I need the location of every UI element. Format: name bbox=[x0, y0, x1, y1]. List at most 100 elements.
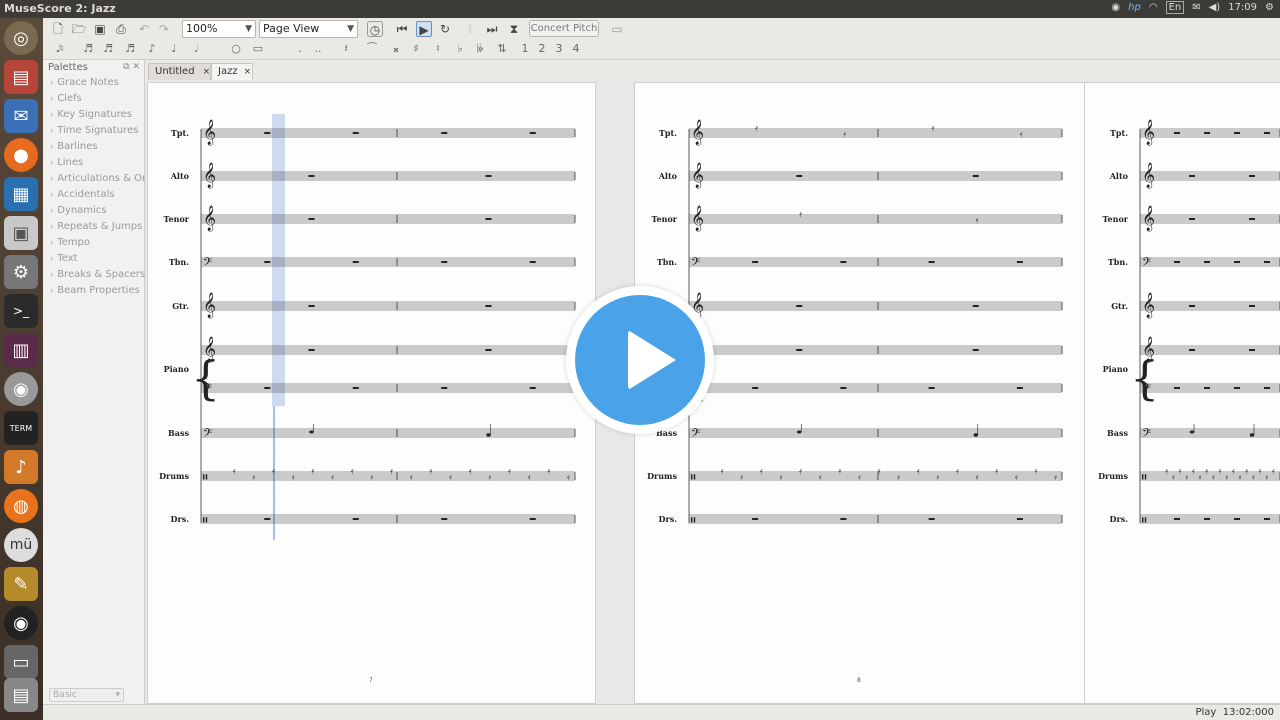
palette-item[interactable]: › Beam Properties bbox=[50, 285, 140, 296]
thunderbird-icon[interactable]: ✉ bbox=[4, 99, 38, 133]
image-capture-icon[interactable]: ▭ bbox=[609, 21, 625, 37]
concert-pitch-button[interactable]: Concert Pitch bbox=[529, 20, 599, 37]
terminal-icon[interactable]: >_ bbox=[4, 294, 38, 328]
metronome-icon[interactable]: ◷ bbox=[367, 21, 383, 37]
metronome-toggle-icon[interactable]: ⧗ bbox=[506, 21, 522, 37]
musescore-icon[interactable]: mü bbox=[4, 528, 38, 562]
palette-item[interactable]: › Text bbox=[50, 253, 77, 264]
rest-glyph: 𝄿 bbox=[976, 473, 979, 483]
save-icon[interactable]: ▣ bbox=[92, 21, 108, 37]
palette-header: Palettes bbox=[48, 62, 88, 73]
loop-icon[interactable]: ↻ bbox=[437, 21, 453, 37]
palette-item[interactable]: › Dynamics bbox=[50, 205, 107, 216]
rest-glyph: 𝄿 bbox=[430, 467, 433, 477]
print-icon[interactable]: ⎙ bbox=[113, 21, 129, 37]
software-center-icon[interactable]: ▣ bbox=[4, 216, 38, 250]
palette-header-controls[interactable]: ⧉ ✕ bbox=[123, 62, 140, 72]
keyboard-language[interactable]: En bbox=[1165, 1, 1185, 14]
measure-rest bbox=[1204, 261, 1210, 263]
pencil-app-icon[interactable]: ✎ bbox=[4, 567, 38, 601]
obs-icon[interactable]: ◉ bbox=[1111, 2, 1120, 13]
dot-icon[interactable]: . bbox=[293, 42, 307, 55]
clock[interactable]: 17:09 bbox=[1228, 2, 1257, 13]
instrument-app-icon[interactable]: ♪ bbox=[4, 450, 38, 484]
palette-item[interactable]: › Accidentals bbox=[50, 189, 115, 200]
voice-4-button[interactable]: 4 bbox=[569, 42, 583, 55]
sharp-icon[interactable]: ♯ bbox=[409, 42, 423, 55]
measure-rest bbox=[441, 132, 448, 134]
main-toolbar: 🗋 🗁 ▣ ⎙ ↶ ↷ 100% ▼ Page View ▼ ◷ ⏮ ▶ ↻ ⦙ ⏭… bbox=[43, 18, 1280, 40]
palette-item[interactable]: › Clefs bbox=[50, 93, 82, 104]
firefox-icon[interactable]: ● bbox=[4, 138, 38, 172]
duration-whole-icon[interactable]: ○ bbox=[229, 42, 243, 55]
double-flat-icon[interactable]: 𝄫 bbox=[473, 42, 487, 56]
ubuntu-dash-icon[interactable]: ◎ bbox=[4, 21, 38, 55]
palette-item[interactable]: › Articulations & Or bbox=[50, 173, 146, 184]
instrument-label: Bass bbox=[1107, 428, 1128, 438]
score-canvas[interactable]: 𝄞 𝄞 𝄞 𝄢 𝄞 𝄞 𝄢 𝄢 𝄥 𝄥 {Tpt. Alto Tenor Tbn. Gtr. Piano Bas… bbox=[145, 80, 1280, 704]
redo-icon[interactable]: ↷ bbox=[156, 21, 172, 37]
note-head bbox=[309, 430, 314, 434]
new-file-icon[interactable]: 🗋 bbox=[50, 21, 66, 37]
workspace-select[interactable]: Basic ▾ bbox=[49, 688, 124, 702]
voice-1-button[interactable]: 1 bbox=[518, 42, 532, 55]
palette-item-label: Barlines bbox=[57, 141, 98, 152]
rest-icon[interactable]: 𝄽 bbox=[339, 42, 353, 56]
palette-item[interactable]: › Breaks & Spacers bbox=[50, 269, 145, 280]
obs-launcher-icon[interactable]: ◉ bbox=[4, 606, 38, 640]
mail-icon[interactable]: ✉ bbox=[1192, 2, 1200, 13]
files-icon[interactable]: ▤ bbox=[4, 60, 38, 94]
rewind-icon[interactable]: ⏮ bbox=[394, 21, 410, 37]
duration-quarter-icon[interactable]: ♩ bbox=[167, 42, 181, 55]
palette-item[interactable]: › Barlines bbox=[50, 141, 98, 152]
duration-32nd-icon[interactable]: ♬ bbox=[101, 42, 115, 55]
hp-icon[interactable]: hp bbox=[1128, 2, 1141, 13]
undo-icon[interactable]: ↶ bbox=[136, 21, 152, 37]
zoom-select[interactable]: 100% ▼ bbox=[182, 20, 256, 38]
rest-glyph: 𝄿 bbox=[932, 124, 935, 134]
flat-icon[interactable]: ♭ bbox=[453, 42, 467, 55]
palette-item[interactable]: › Repeats & Jumps bbox=[50, 221, 142, 232]
duration-8th-icon[interactable]: ♪ bbox=[145, 42, 159, 55]
duration-16th-icon[interactable]: ♬ bbox=[123, 42, 137, 55]
view-mode-select[interactable]: Page View ▼ bbox=[259, 20, 358, 38]
close-icon[interactable]: × bbox=[244, 67, 252, 77]
tab-untitled[interactable]: Untitled × bbox=[148, 63, 211, 80]
palette-item[interactable]: › Key Signatures bbox=[50, 109, 132, 120]
writer-icon[interactable]: ▦ bbox=[4, 177, 38, 211]
open-folder-icon[interactable]: 🗁 bbox=[71, 21, 87, 37]
flip-direction-icon[interactable]: ⇅ bbox=[495, 42, 509, 55]
palette-item[interactable]: › Time Signatures bbox=[50, 125, 138, 136]
tie-icon[interactable]: ⁀ bbox=[365, 42, 379, 55]
tab-jazz[interactable]: Jazz × bbox=[211, 63, 253, 80]
term-app-icon[interactable]: TERM bbox=[4, 411, 38, 445]
voice-2-button[interactable]: 2 bbox=[535, 42, 549, 55]
duration-breve-icon[interactable]: ▭ bbox=[251, 42, 265, 55]
close-icon[interactable]: × bbox=[203, 67, 211, 77]
volume-icon[interactable]: ◀) bbox=[1209, 2, 1221, 13]
orange-app-icon[interactable]: ◍ bbox=[4, 489, 38, 523]
wifi-icon[interactable]: ◠ bbox=[1149, 2, 1158, 13]
drive-icon[interactable]: ▭ bbox=[4, 645, 38, 679]
palette-item[interactable]: › Grace Notes bbox=[50, 77, 119, 88]
loop-in-icon[interactable]: ⦙ bbox=[462, 21, 478, 37]
instrument-label: Alto bbox=[1109, 171, 1129, 181]
play-icon[interactable]: ▶ bbox=[416, 21, 432, 37]
duration-64th-icon[interactable]: ♬ bbox=[81, 42, 95, 55]
double-dot-icon[interactable]: .. bbox=[311, 42, 325, 55]
palette-item[interactable]: › Tempo bbox=[50, 237, 90, 248]
audio-app-icon[interactable]: ▥ bbox=[4, 333, 38, 367]
palette-item[interactable]: › Lines bbox=[50, 157, 83, 168]
duration-half-icon[interactable]: 𝅗𝅥 bbox=[189, 42, 203, 56]
video-play-button[interactable] bbox=[566, 286, 714, 434]
voice-3-button[interactable]: 3 bbox=[552, 42, 566, 55]
system-settings-icon[interactable]: ⚙ bbox=[4, 255, 38, 289]
settings-gear-icon[interactable]: ⚙ bbox=[1265, 2, 1274, 13]
loop-out-icon[interactable]: ⏭ bbox=[484, 21, 500, 37]
eye-app-icon[interactable]: ◉ bbox=[4, 372, 38, 406]
instrument-label: Tbn. bbox=[1108, 257, 1128, 267]
natural-icon[interactable]: ♮ bbox=[431, 42, 445, 55]
double-sharp-icon[interactable]: 𝄪 bbox=[389, 42, 403, 56]
printer-icon[interactable]: ▤ bbox=[4, 678, 38, 712]
note-input-mode-icon[interactable]: 𝅘𝅥♮ bbox=[53, 42, 67, 56]
